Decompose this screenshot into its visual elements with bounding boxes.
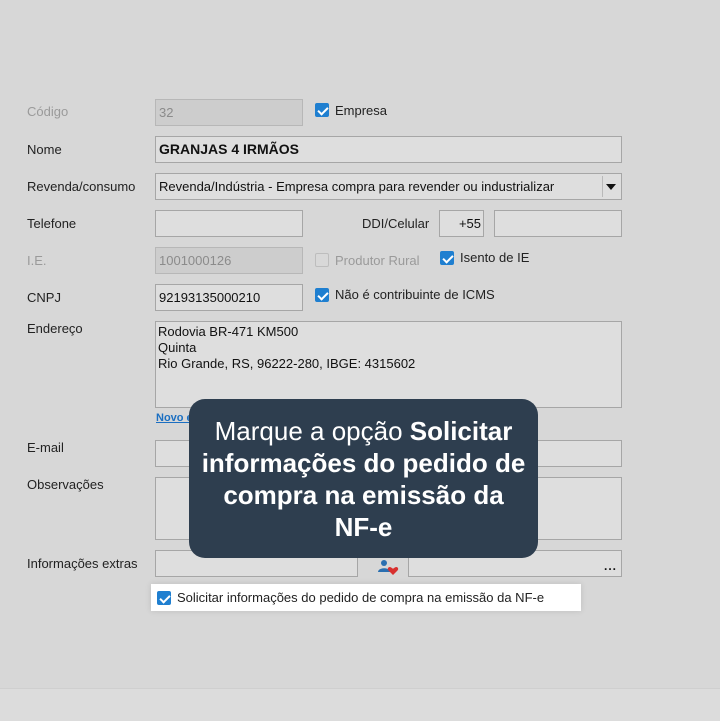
people-heart-icon[interactable] xyxy=(376,557,402,577)
ddi-field[interactable]: +55 xyxy=(439,210,484,237)
nao-contribuinte-checkbox[interactable] xyxy=(315,288,329,302)
endereco-line: Rio Grande, RS, 96222-280, IBGE: 4315602 xyxy=(158,356,416,371)
cnpj-field[interactable]: 92193135000210 xyxy=(155,284,303,311)
celular-label: DDI/Celular xyxy=(362,216,430,231)
nome-label: Nome xyxy=(27,142,62,157)
revenda-label: Revenda/consumo xyxy=(27,179,136,194)
telefone-label: Telefone xyxy=(27,216,77,231)
solicitar-checkbox[interactable] xyxy=(157,591,171,605)
more-button[interactable]: ... xyxy=(604,554,617,576)
empresa-label: Empresa xyxy=(335,103,388,118)
empresa-checkbox[interactable] xyxy=(315,103,329,117)
instruction-tooltip: Marque a opção Solicitar informações do … xyxy=(189,399,538,558)
info-extras-label: Informações extras xyxy=(27,556,138,571)
endereco-label: Endereço xyxy=(27,321,83,336)
ie-field: 1001000126 xyxy=(155,247,303,274)
endereco-line: Rodovia BR-471 KM500 xyxy=(158,324,299,339)
isento-ie-label: Isento de IE xyxy=(460,250,530,265)
celular-field[interactable] xyxy=(494,210,622,237)
endereco-textarea[interactable]: Rodovia BR-471 KM500 Quinta Rio Grande, … xyxy=(155,321,622,408)
produtor-rural-label: Produtor Rural xyxy=(335,253,420,268)
chevron-down-icon xyxy=(606,184,616,190)
revenda-select[interactable]: Revenda/Indústria - Empresa compra para … xyxy=(155,173,622,200)
cnpj-label: CNPJ xyxy=(27,290,61,305)
revenda-select-value: Revenda/Indústria - Empresa compra para … xyxy=(159,179,555,194)
nao-contribuinte-label: Não é contribuinte de ICMS xyxy=(335,287,495,302)
ie-label: I.E. xyxy=(27,253,47,268)
email-label: E-mail xyxy=(27,440,64,455)
isento-ie-checkbox[interactable] xyxy=(440,251,454,265)
tooltip-prefix: Marque a opção xyxy=(214,416,410,446)
codigo-label: Código xyxy=(27,104,69,119)
bottom-bar xyxy=(0,688,720,721)
telefone-field[interactable] xyxy=(155,210,303,237)
codigo-field: 32 xyxy=(155,99,303,126)
solicitar-label: Solicitar informações do pedido de compr… xyxy=(177,590,545,605)
observacoes-label: Observações xyxy=(27,477,104,492)
produtor-rural-checkbox[interactable] xyxy=(315,253,329,267)
nome-field[interactable]: GRANJAS 4 IRMÃOS xyxy=(155,136,622,163)
endereco-line: Quinta xyxy=(158,340,197,355)
select-divider xyxy=(602,176,603,197)
novo-endereco-link[interactable]: Novo e xyxy=(156,412,193,424)
